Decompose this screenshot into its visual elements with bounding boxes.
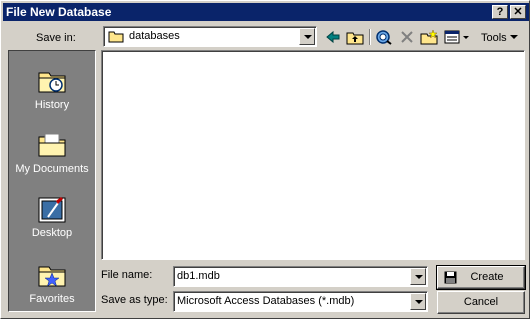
file-new-database-dialog: File New Database ? ✕ Save in: databases [0, 0, 530, 319]
delete-button[interactable] [397, 28, 417, 46]
file-name-input[interactable]: db1.mdb [177, 270, 220, 283]
tools-dropdown-arrow-icon [510, 35, 518, 39]
place-my-documents[interactable]: My Documents [9, 129, 95, 185]
new-folder-icon [420, 29, 438, 44]
save-as-type-value: Microsoft Access Databases (*.mdb) [177, 295, 355, 307]
help-button[interactable]: ? [492, 5, 508, 19]
save-as-type-dropdown-button[interactable] [410, 293, 426, 310]
title-bar: File New Database ? ✕ [3, 3, 529, 21]
save-in-label: Save in: [36, 32, 76, 44]
file-name-dropdown-button[interactable] [410, 268, 426, 285]
place-history[interactable]: History [9, 65, 95, 121]
save-in-value: databases [129, 30, 180, 42]
search-web-icon [376, 30, 392, 45]
history-folder-icon [38, 72, 66, 93]
cancel-button[interactable]: Cancel [437, 291, 525, 314]
place-label: Desktop [31, 227, 73, 239]
views-button[interactable] [443, 28, 471, 46]
save-in-combo[interactable]: databases [103, 26, 317, 47]
delete-icon [401, 31, 413, 43]
file-name-label: File name: [101, 269, 153, 281]
file-list-view[interactable] [101, 50, 525, 260]
save-disk-icon [444, 271, 457, 284]
places-bar: History My Documents Desktop Favorites [8, 50, 96, 312]
up-folder-icon [346, 32, 364, 44]
back-arrow-icon [326, 30, 340, 44]
desktop-icon [38, 197, 66, 223]
search-web-button[interactable] [374, 28, 394, 46]
create-new-folder-button[interactable] [419, 28, 439, 46]
tools-menu-button[interactable]: Tools [481, 32, 507, 45]
place-label: History [34, 99, 70, 111]
file-name-combo[interactable]: db1.mdb [173, 266, 428, 287]
place-label: Favorites [29, 293, 75, 305]
close-button[interactable]: ✕ [510, 5, 526, 19]
up-one-level-button[interactable] [345, 28, 365, 46]
window-title: File New Database [6, 5, 112, 19]
save-as-type-label: Save as type: [101, 294, 168, 306]
save-in-dropdown-button[interactable] [299, 28, 315, 45]
cancel-label: Cancel [463, 296, 499, 308]
back-button[interactable] [323, 28, 343, 46]
my-documents-folder-icon [38, 133, 66, 157]
create-label: Create [470, 271, 504, 283]
save-as-type-combo[interactable]: Microsoft Access Databases (*.mdb) [173, 291, 428, 312]
favorites-folder-icon [38, 266, 66, 287]
folder-icon [108, 31, 124, 43]
place-favorites[interactable]: Favorites [9, 259, 95, 315]
place-label: My Documents [15, 163, 89, 175]
create-button[interactable]: Create [436, 265, 526, 290]
views-icon [444, 30, 469, 44]
place-desktop[interactable]: Desktop [9, 193, 95, 249]
